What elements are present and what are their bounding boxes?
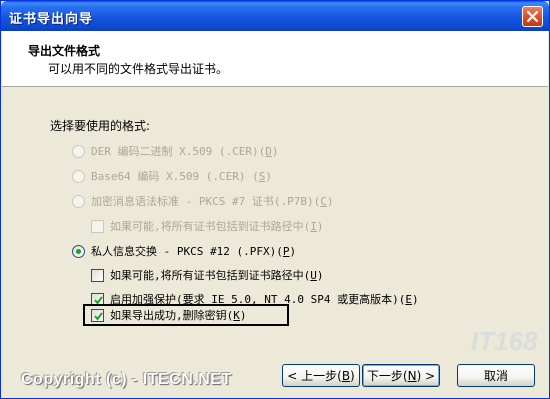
checkbox[interactable]	[91, 308, 104, 322]
accelerator-key: D	[265, 144, 272, 158]
button-label: 取消	[483, 369, 508, 383]
accelerator-key: K	[233, 308, 240, 322]
header-panel: 导出文件格式 可以用不同的文件格式导出证书。	[2, 31, 548, 87]
close-icon	[527, 11, 538, 22]
back-button[interactable]: < 上一步(B)	[282, 364, 360, 387]
radio-der[interactable]: DER 编码二进制 X.509 (.CER) (D)	[72, 143, 278, 159]
option-label: 私人信息交换 - PKCS #12 (.PFX)	[91, 245, 277, 258]
accelerator-key: B	[341, 368, 351, 383]
accelerator-key: P	[282, 244, 290, 258]
page-subtitle: 可以用不同的文件格式导出证书。	[48, 62, 229, 76]
accelerator-key: C	[320, 194, 327, 208]
next-button[interactable]: 下一步(N) >	[362, 364, 440, 387]
accelerator-key: E	[405, 292, 412, 306]
cancel-button[interactable]: 取消	[457, 364, 535, 387]
close-button[interactable]	[522, 6, 543, 27]
option-label: DER 编码二进制 X.509 (.CER)	[91, 145, 259, 158]
radio-base64[interactable]: Base64 编码 X.509 (.CER) (S)	[72, 168, 272, 184]
checkbox-include-chain[interactable]: 如果可能,将所有证书包括到证书路径中 (U)	[91, 267, 324, 283]
checkbox[interactable]	[91, 268, 104, 282]
radio-button[interactable]	[72, 169, 85, 183]
copyright-watermark: Copyright (c) - ITECN.NET	[21, 371, 232, 388]
page-title: 导出文件格式	[28, 44, 101, 58]
radio-button[interactable]	[72, 244, 85, 258]
checkbox-include-chain-disabled[interactable]: 如果可能,将所有证书包括到证书路径中 (I)	[91, 218, 324, 234]
title-bar[interactable]: 证书导出向导	[1, 1, 549, 31]
accelerator-key: U	[310, 268, 317, 282]
checkbox-label: 如果可能,将所有证书包括到证书路径中	[110, 269, 304, 282]
radio-pkcs7[interactable]: 加密消息语法标准 - PKCS #7 证书(.P7B) (C)	[72, 193, 333, 209]
accelerator-key: I	[310, 219, 317, 233]
site-logo: IT168	[471, 326, 538, 356]
checkbox[interactable]	[91, 219, 104, 233]
option-label: Base64 编码 X.509 (.CER)	[91, 170, 246, 183]
option-label: 加密消息语法标准 - PKCS #7 证书(.P7B)	[91, 195, 314, 208]
content-area: 选择要使用的格式: DER 编码二进制 X.509 (.CER) (D) Bas…	[2, 88, 548, 348]
window-title: 证书导出向导	[9, 12, 94, 27]
accelerator-key: N	[407, 368, 417, 383]
checkbox-delete-key[interactable]: 如果导出成功,删除密钥 (K)	[91, 307, 247, 323]
accelerator-key: S	[258, 169, 266, 183]
radio-button[interactable]	[72, 194, 85, 208]
format-prompt: 选择要使用的格式:	[50, 119, 151, 133]
radio-pkcs12[interactable]: 私人信息交换 - PKCS #12 (.PFX) (P)	[72, 243, 296, 259]
checkmark-icon	[94, 311, 103, 321]
certificate-export-wizard-window: 证书导出向导 导出文件格式 可以用不同的文件格式导出证书。 选择要使用的格式: …	[0, 0, 550, 399]
button-label: < 上一步	[287, 369, 338, 383]
checkbox-label: 如果可能,将所有证书包括到证书路径中	[110, 220, 304, 233]
button-label: 下一步	[366, 369, 403, 383]
checkbox-label: 如果导出成功,删除密钥	[110, 309, 227, 322]
radio-button[interactable]	[72, 144, 85, 158]
